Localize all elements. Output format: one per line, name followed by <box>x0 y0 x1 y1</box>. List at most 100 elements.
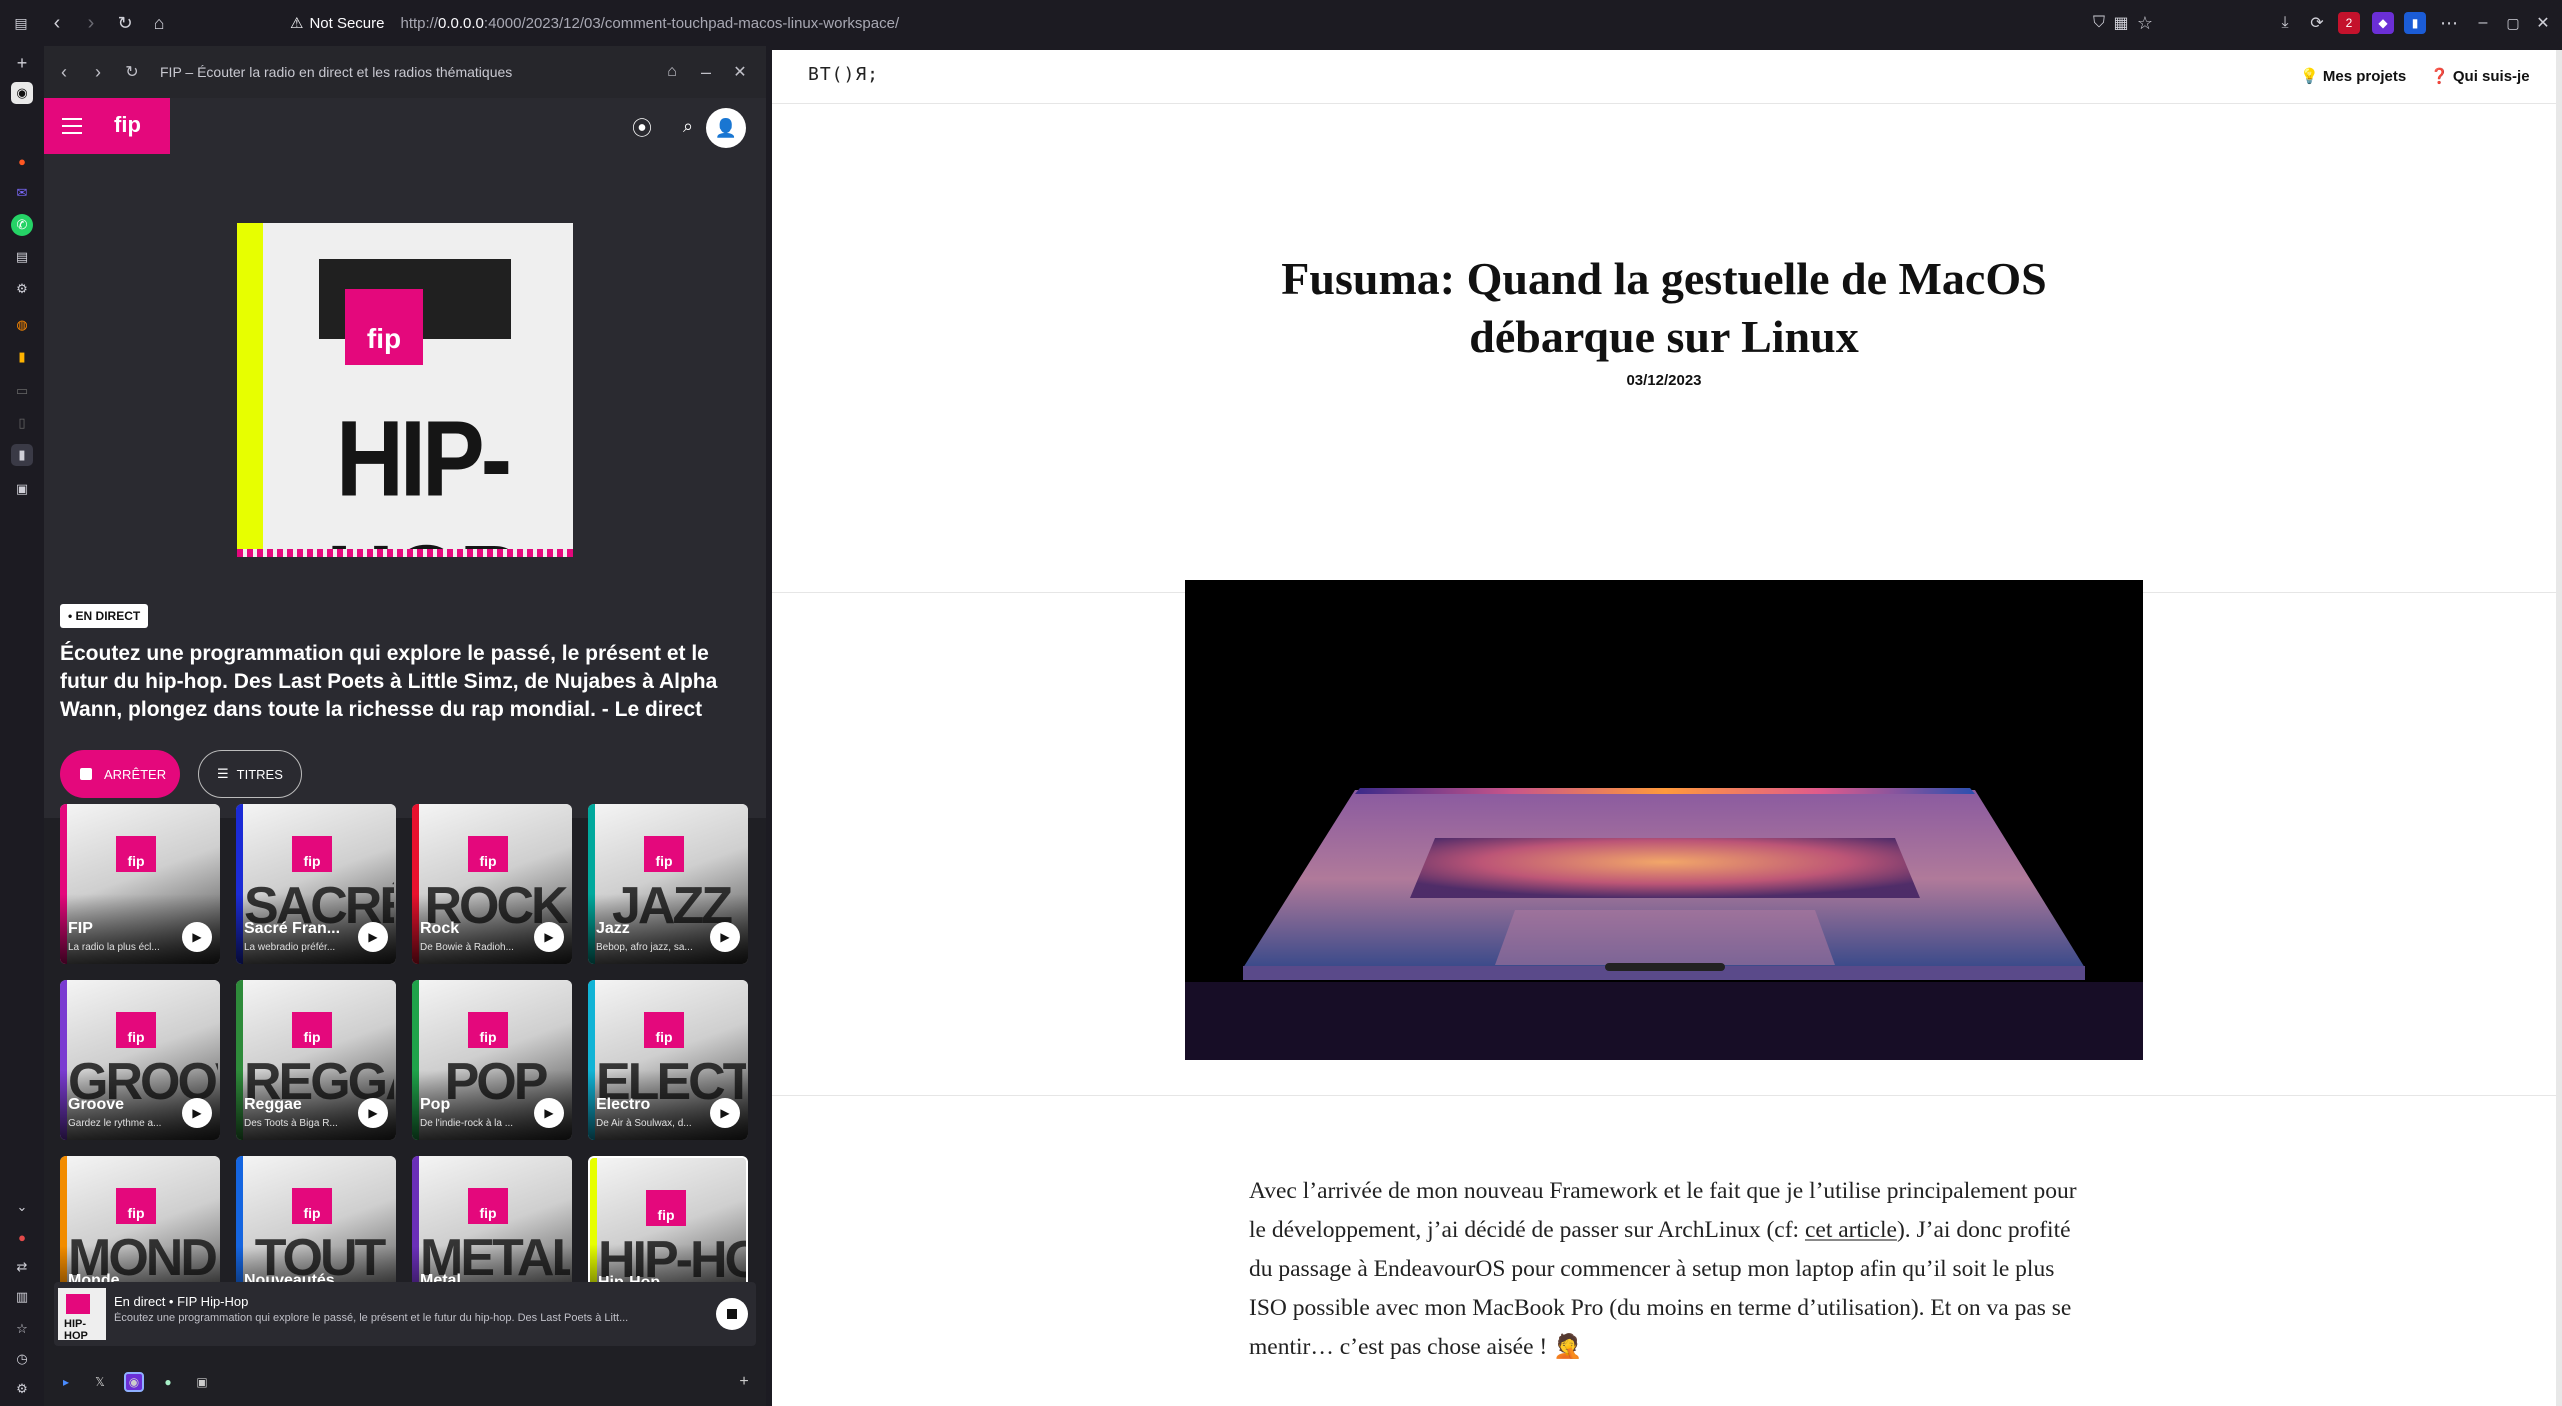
bookmarks-star-icon[interactable]: ☆ <box>11 1318 33 1340</box>
site-logo[interactable]: BT()Я; <box>808 64 879 85</box>
swap-icon[interactable]: ⇄ <box>11 1256 33 1278</box>
fip-web-panel: ‹ › ↻ FIP – Écouter la radio en direct e… <box>44 46 766 1406</box>
reader-view-icon[interactable]: ▦ <box>2108 10 2134 36</box>
add-panel-icon[interactable]: + <box>734 1372 754 1392</box>
app-icon[interactable]: ● <box>11 150 33 172</box>
forward-button[interactable]: › <box>78 10 104 36</box>
post-date: 03/12/2023 <box>1626 372 1702 389</box>
hamburger-menu-icon[interactable] <box>62 118 82 134</box>
maximize-window-icon[interactable]: ▢ <box>2500 10 2526 36</box>
nav-projects-link[interactable]: 💡 Mes projets <box>2300 67 2406 85</box>
nav-about-link[interactable]: ❓ Qui suis-je <box>2430 67 2530 85</box>
close-window-icon[interactable]: ✕ <box>2530 10 2556 36</box>
back-button[interactable]: ‹ <box>44 10 70 36</box>
fip-now-playing-section: fip ⦿ ⌕ 👤 fip HIP-HOP • EN DIRECT Écoute… <box>44 98 766 818</box>
play-icon[interactable]: ▶ <box>710 922 740 952</box>
page-scrollbar[interactable] <box>2556 50 2562 1406</box>
cover-stripe <box>237 223 263 557</box>
station-name: Groove <box>68 1096 125 1113</box>
station-fip-badge: fip <box>116 1188 156 1224</box>
chevron-down-icon[interactable]: ⌄ <box>11 1196 33 1218</box>
panel-back-icon[interactable]: ‹ <box>52 60 76 84</box>
add-icon[interactable]: + <box>11 52 33 74</box>
station-name: Rock <box>420 920 460 937</box>
play-icon[interactable]: ▶ <box>358 1098 388 1128</box>
url-bar[interactable]: ⚠ Not Secure http://0.0.0.0:4000/2023/12… <box>290 8 2160 38</box>
station-tile[interactable]: fipPOPPopDe l'indie-rock à la ...▶ <box>412 980 572 1140</box>
station-fip-badge: fip <box>292 1012 332 1048</box>
station-tile[interactable]: fipSACRÉSacré Fran...La webradio préfér.… <box>236 804 396 964</box>
station-tile[interactable]: fipREGGAEReggaeDes Toots à Biga R...▶ <box>236 980 396 1140</box>
sync-icon[interactable]: ⟳ <box>2304 10 2330 36</box>
sidebar-toggle-icon[interactable]: ▤ <box>8 10 34 36</box>
station-tile[interactable]: fipJAZZJazzBebop, afro jazz, sa...▶ <box>588 804 748 964</box>
security-indicator[interactable]: ⚠ Not Secure <box>290 14 385 33</box>
play-icon[interactable]: ▶ <box>358 922 388 952</box>
extension-badge: 2 <box>2345 16 2353 30</box>
station-tile[interactable]: fip FIP La radio la plus écl... ▶ <box>60 804 220 964</box>
play-panel-icon[interactable]: ▸ <box>56 1372 76 1392</box>
github-icon[interactable]: ◉ <box>11 82 33 104</box>
url-prefix: http:// <box>400 14 439 32</box>
station-tile[interactable]: fipELECTROElectroDe Air à Soulwax, d...▶ <box>588 980 748 1140</box>
fip-panel-icon[interactable]: ▮ <box>11 444 33 466</box>
radio-waves-icon[interactable]: ⦿ <box>624 108 660 144</box>
home-button[interactable]: ⌂ <box>146 10 172 36</box>
station-fip-badge: fip <box>116 836 156 872</box>
panel-title: FIP – Écouter la radio en direct et les … <box>160 64 513 80</box>
station-subtitle: Bebop, afro jazz, sa... <box>596 942 693 953</box>
account-icon[interactable]: 👤 <box>706 108 746 148</box>
x-twitter-icon[interactable]: 𝕏 <box>90 1372 110 1392</box>
app-icon-3[interactable]: ▯ <box>11 412 33 434</box>
sidebar-settings-icon[interactable]: ⚙ <box>11 1378 33 1400</box>
station-fip-badge: fip <box>644 836 684 872</box>
article-link[interactable]: cet article <box>1805 1217 1897 1243</box>
ublock-extension-icon[interactable]: 2 <box>2338 12 2360 34</box>
station-subtitle: De Bowie à Radioh... <box>420 942 514 953</box>
history-icon[interactable]: ◷ <box>11 1348 33 1370</box>
play-icon[interactable]: ▶ <box>534 1098 564 1128</box>
play-icon[interactable]: ▶ <box>182 922 212 952</box>
station-tile[interactable]: fipROCKRockDe Bowie à Radioh...▶ <box>412 804 572 964</box>
play-icon[interactable]: ▶ <box>182 1098 212 1128</box>
stop-label: ARRÊTER <box>104 766 167 782</box>
play-icon[interactable]: ▶ <box>534 922 564 952</box>
news-icon[interactable]: ▤ <box>11 246 33 268</box>
mail-icon[interactable]: ✉ <box>11 182 33 204</box>
panel-minimize-icon[interactable]: – <box>694 60 718 84</box>
titles-button[interactable]: ☰ TITRES <box>198 750 302 798</box>
fip-tab-icon[interactable]: ◉ <box>124 1372 144 1392</box>
minimize-window-icon[interactable]: – <box>2470 10 2496 36</box>
rss-icon[interactable]: ◍ <box>11 314 33 336</box>
station-subtitle: La radio la plus écl... <box>68 942 160 953</box>
stop-button[interactable]: ARRÊTER <box>60 750 180 798</box>
station-tile[interactable]: fipGROOVEGrooveGardez le rythme a...▶ <box>60 980 220 1140</box>
bookmark-star-icon[interactable]: ☆ <box>2132 10 2158 36</box>
app-tab-icon-2[interactable]: ▣ <box>192 1372 212 1392</box>
downloads-icon[interactable]: ⤓ <box>2272 10 2298 36</box>
profile-icon[interactable]: ● <box>11 1226 33 1248</box>
calendar-icon[interactable]: ▣ <box>11 478 33 500</box>
whatsapp-icon[interactable]: ✆ <box>11 214 33 236</box>
settings-gear-icon[interactable]: ⚙ <box>11 278 33 300</box>
panel-reload-icon[interactable]: ↻ <box>120 60 144 84</box>
url-path: :4000/2023/12/03/comment-touchpad-macos-… <box>483 14 900 32</box>
bitwarden-extension-icon[interactable]: ▮ <box>2404 12 2426 34</box>
url-text[interactable]: http://0.0.0.0:4000/2023/12/03/comment-t… <box>401 15 900 32</box>
live-badge: • EN DIRECT <box>60 604 149 628</box>
chart-icon[interactable]: ▮ <box>11 346 33 368</box>
search-icon[interactable]: ⌕ <box>670 108 706 144</box>
panel-home-icon[interactable]: ⌂ <box>660 60 684 84</box>
menu-icon[interactable]: ⋯ <box>2436 10 2462 36</box>
app-tab-icon[interactable]: ● <box>158 1372 178 1392</box>
panel-toggle-icon[interactable]: ▥ <box>11 1286 33 1308</box>
mini-player-stop-button[interactable] <box>716 1298 748 1330</box>
extension-icon[interactable]: ◆ <box>2372 12 2394 34</box>
play-icon[interactable]: ▶ <box>710 1098 740 1128</box>
fip-logo-button[interactable]: fip <box>44 98 170 154</box>
panel-forward-icon[interactable]: › <box>86 60 110 84</box>
panel-close-icon[interactable]: ✕ <box>728 60 752 84</box>
reload-button[interactable]: ↻ <box>112 10 138 36</box>
mini-player[interactable]: HIP-HOP En direct • FIP Hip-Hop Écoutez … <box>54 1282 756 1346</box>
app-icon-2[interactable]: ▭ <box>11 380 33 402</box>
